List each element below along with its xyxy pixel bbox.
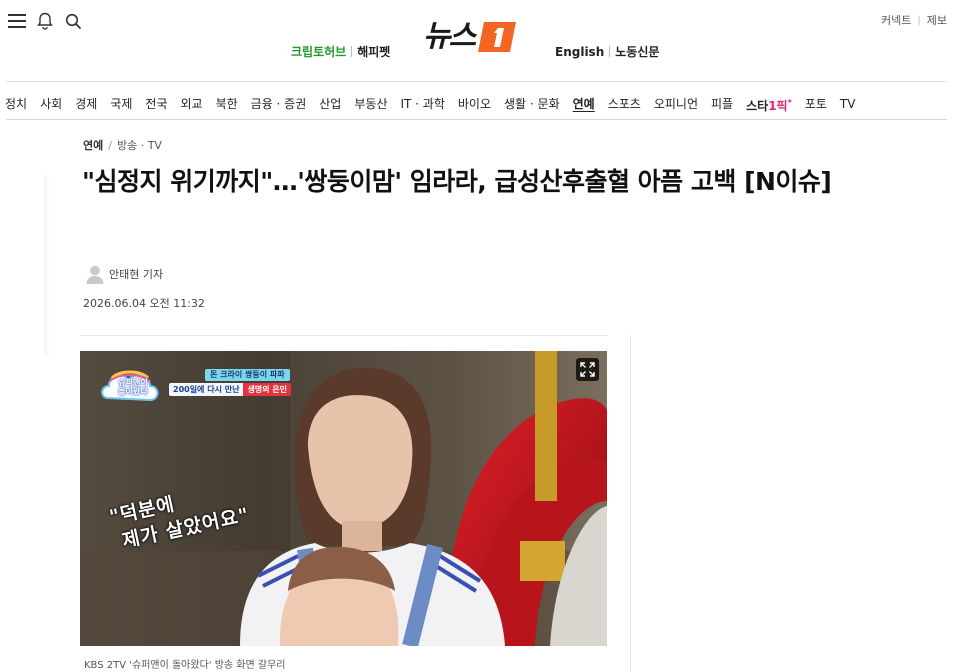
nav-item-economy[interactable]: 경제 bbox=[75, 96, 97, 112]
side-shadow bbox=[44, 175, 50, 355]
nav-item-finance[interactable]: 금융 · 증권 bbox=[251, 96, 307, 112]
nk-newspaper-link[interactable]: 노동신문 bbox=[615, 43, 659, 60]
nav-item-photo[interactable]: 포토 bbox=[805, 96, 827, 112]
link-divider bbox=[609, 46, 611, 57]
author-name[interactable]: 안태현 기자 bbox=[109, 266, 163, 282]
photo-caption-right: 생명의 은인 bbox=[243, 383, 292, 396]
nav-item-bio[interactable]: 바이오 bbox=[458, 96, 491, 112]
site-header: 커넥트 | 제보 크립토허브 해피펫 뉴스 English 노동신문 bbox=[0, 0, 960, 82]
nav-item-entertainment[interactable]: 연예 bbox=[573, 96, 595, 112]
photo-caption-top: 돈 크라이 쌍둥이 파파 bbox=[205, 369, 290, 381]
utility-links: 커넥트 | 제보 bbox=[881, 12, 947, 28]
nav-item-opinion[interactable]: 오피니언 bbox=[654, 96, 698, 112]
column-divider bbox=[630, 335, 631, 672]
breadcrumb-section[interactable]: 연예 bbox=[83, 137, 103, 153]
header-icon-group bbox=[7, 11, 83, 31]
nav-item-it-science[interactable]: IT · 과학 bbox=[400, 96, 444, 112]
header-links-right: English 노동신문 bbox=[555, 43, 659, 60]
article-title: "심정지 위기까지"…'쌍둥이맘' 임라라, 급성산후출혈 아픔 고백 [N이슈… bbox=[82, 167, 832, 196]
connect-link[interactable]: 커넥트 bbox=[881, 12, 911, 28]
star-pick-label: 1픽 bbox=[768, 98, 788, 113]
photo-credit: KBS 2TV '슈퍼맨이 돌아왔다' 방송 화면 갈무리 bbox=[84, 660, 286, 671]
show-logo-text: 슈퍼맨이 돌아왔다 bbox=[118, 378, 148, 396]
header-links-left: 크립토허브 해피펫 bbox=[291, 43, 390, 60]
star-label: 스타 bbox=[746, 98, 769, 113]
breadcrumb-separator: / bbox=[108, 138, 112, 152]
nav-item-star-pick[interactable]: 스타1픽* bbox=[746, 95, 792, 114]
crypto-hub-link[interactable]: 크립토허브 bbox=[291, 43, 346, 60]
photo-caption-left: 200일에 다시 만난 bbox=[169, 383, 244, 396]
logo-wordmark: 뉴스 bbox=[423, 19, 476, 54]
nav-item-politics[interactable]: 정치 bbox=[5, 96, 27, 112]
utility-divider: | bbox=[917, 14, 921, 26]
link-divider bbox=[351, 46, 353, 57]
menu-icon[interactable] bbox=[7, 11, 27, 31]
bell-icon[interactable] bbox=[35, 11, 55, 31]
nav-item-real-estate[interactable]: 부동산 bbox=[354, 96, 387, 112]
nav-item-diplomacy[interactable]: 외교 bbox=[180, 96, 202, 112]
expand-icon[interactable] bbox=[576, 358, 599, 381]
nav-item-industry[interactable]: 산업 bbox=[319, 96, 341, 112]
header-divider bbox=[6, 81, 947, 82]
nav-item-sports[interactable]: 스포츠 bbox=[608, 96, 641, 112]
main-nav: 정치 사회 경제 국제 전국 외교 북한 금융 · 증권 산업 부동산 IT ·… bbox=[5, 95, 868, 113]
nav-item-society[interactable]: 사회 bbox=[40, 96, 62, 112]
breadcrumb: 연예 / 방송 · TV bbox=[83, 137, 162, 153]
happypet-link[interactable]: 해피펫 bbox=[357, 43, 390, 60]
publish-datetime: 2026.06.04 오전 11:32 bbox=[83, 297, 205, 310]
nav-item-north-korea[interactable]: 북한 bbox=[216, 96, 238, 112]
english-link[interactable]: English bbox=[555, 45, 604, 59]
nav-item-nationwide[interactable]: 전국 bbox=[145, 96, 167, 112]
nav-divider bbox=[6, 119, 947, 120]
news1-logo[interactable]: 뉴스 bbox=[423, 15, 531, 59]
breadcrumb-category[interactable]: 방송 · TV bbox=[117, 137, 162, 153]
author-avatar-icon bbox=[84, 263, 106, 285]
article-divider bbox=[80, 335, 607, 336]
report-link[interactable]: 제보 bbox=[927, 12, 947, 28]
byline: 안태현 기자 bbox=[84, 263, 163, 285]
star-mark: * bbox=[787, 97, 792, 107]
logo-mark bbox=[476, 19, 518, 55]
search-icon[interactable] bbox=[63, 11, 83, 31]
nav-item-world[interactable]: 국제 bbox=[110, 96, 132, 112]
photo-caption-bottom: 200일에 다시 만난 생명의 은인 bbox=[169, 383, 292, 396]
nav-item-people[interactable]: 피플 bbox=[711, 96, 733, 112]
nav-item-life-culture[interactable]: 생활 · 문화 bbox=[504, 96, 560, 112]
nav-item-tv[interactable]: TV bbox=[840, 96, 856, 112]
